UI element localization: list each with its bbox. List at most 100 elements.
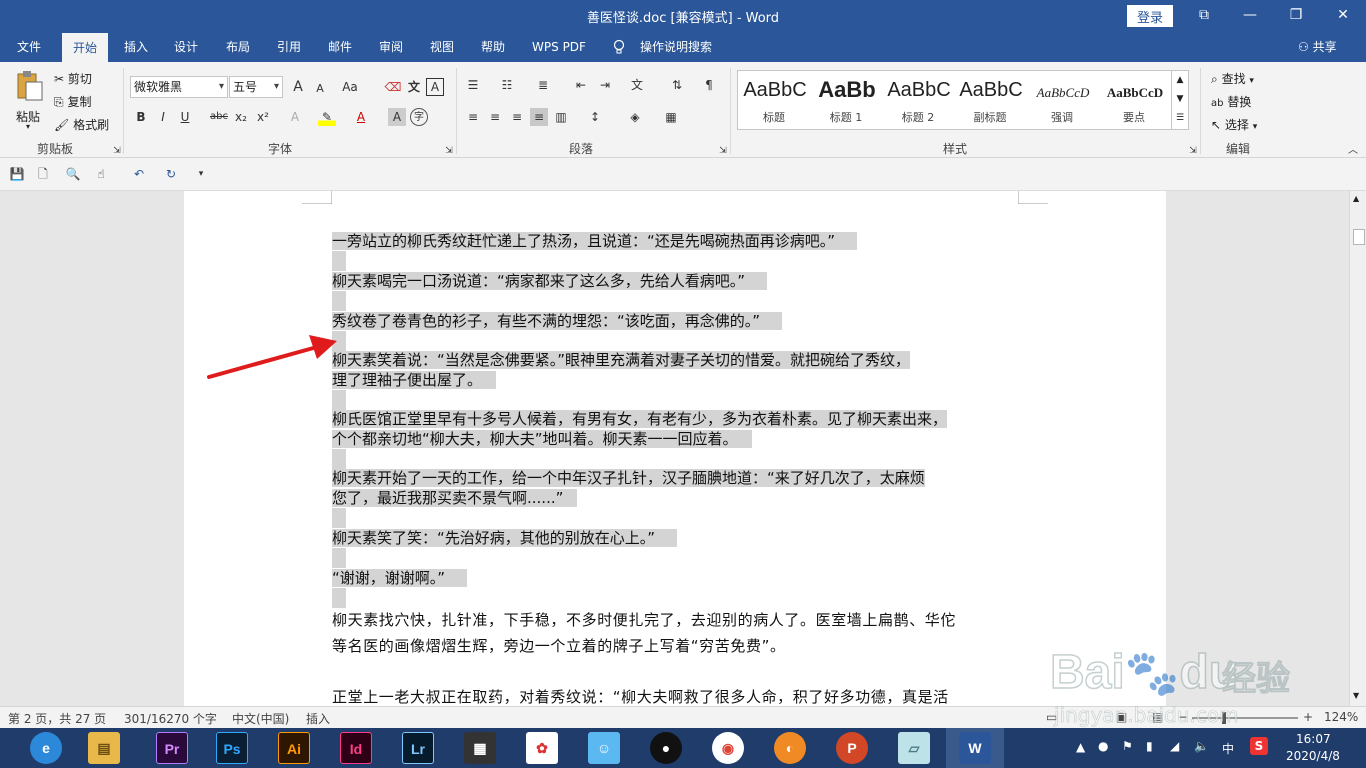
restore-button[interactable]: ❐ <box>1273 0 1319 32</box>
paragraph[interactable]: 正堂上一老大叔正在取药，对着秀纹说：“柳大夫啊救了很多人命，积了好多功德，真是活 <box>332 684 1022 706</box>
sogou-icon[interactable]: S <box>1250 737 1268 755</box>
tab-home[interactable]: 开始 <box>62 32 108 62</box>
bullets-icon[interactable]: ☰ <box>464 76 482 94</box>
paragraph[interactable]: 柳天素找穴快，扎针准，下手稳，不多时便扎完了，去迎别的病人了。医室墙上扁鹊、华佗… <box>332 607 1022 659</box>
chrome-icon[interactable]: ◉ <box>712 732 744 764</box>
zoom-in-button[interactable]: + <box>1303 710 1313 724</box>
strikethrough-icon[interactable]: abc <box>208 108 230 126</box>
paragraph-selected[interactable]: 柳天素笑了笑：“先治好病，其他的别放在心上。” <box>332 528 1022 548</box>
clock-date[interactable]: 2020/4/8 <box>1286 749 1340 763</box>
insert-mode[interactable]: 插入 <box>306 710 330 727</box>
style-heading-1[interactable]: AaBb 标题 1 <box>810 71 882 129</box>
distributed-icon[interactable]: ▥ <box>552 108 570 126</box>
notes-app-icon[interactable]: ▱ <box>898 732 930 764</box>
close-button[interactable]: ✕ <box>1320 0 1366 32</box>
paragraph-selected[interactable]: 一旁站立的柳氏秀纹赶忙递上了热汤，且说道：“还是先喝碗热面再诊病吧。” <box>332 231 1022 251</box>
page-count[interactable]: 第 2 页，共 27 页 <box>8 710 106 727</box>
tab-view[interactable]: 视图 <box>420 32 464 62</box>
input-method[interactable]: 中 <box>1222 740 1234 757</box>
align-left-icon[interactable]: ≡ <box>464 108 482 126</box>
scroll-up-icon[interactable]: ▲ <box>1353 194 1359 203</box>
font-name-select[interactable]: 微软雅黑 ▾ <box>130 76 228 98</box>
paste-button[interactable]: 粘贴 ▾ <box>12 68 46 132</box>
lightroom-icon[interactable]: Lr <box>402 732 434 764</box>
superscript-icon[interactable]: x² <box>254 108 272 126</box>
style-title[interactable]: AaBbC 标题 <box>738 71 810 129</box>
select-button[interactable]: ↖ 选择 ▾ <box>1211 116 1257 133</box>
style-strong[interactable]: AaBbCcD 要点 <box>1098 71 1170 129</box>
sort-icon[interactable]: ⇅ <box>668 76 686 94</box>
paragraph-selected[interactable]: 柳天素喝完一口汤说道：“病家都来了这么多，先给人看病吧。” <box>332 271 1022 291</box>
pinwheel-app-icon[interactable]: ✿ <box>526 732 558 764</box>
underline-icon[interactable]: U <box>176 108 194 126</box>
enclose-char-icon[interactable]: 字 <box>410 108 428 126</box>
indesign-icon[interactable]: Id <box>340 732 372 764</box>
print-layout-icon[interactable]: ▣ <box>1116 710 1127 724</box>
expand-gallery-icon[interactable]: ☰ <box>1172 109 1188 128</box>
tab-references[interactable]: 引用 <box>267 32 311 62</box>
chevron-up-icon[interactable]: ▲ <box>1172 71 1188 90</box>
chevron-down-icon[interactable]: ▼ <box>1172 90 1188 109</box>
format-painter-button[interactable]: 🖌 格式刷 <box>54 116 109 133</box>
powerpoint-icon[interactable]: P <box>836 732 868 764</box>
justify-icon[interactable]: ≡ <box>530 108 548 126</box>
premiere-icon[interactable]: Pr <box>156 732 188 764</box>
web-layout-icon[interactable]: ▤ <box>1152 710 1163 724</box>
tray-expand-icon[interactable]: ▲ <box>1076 740 1085 754</box>
shrink-font-icon[interactable]: A <box>311 80 329 98</box>
decrease-indent-icon[interactable]: ⇤ <box>572 76 590 94</box>
tab-file[interactable]: 文件 <box>6 32 52 62</box>
save-icon[interactable]: 💾 <box>8 165 26 183</box>
zoom-slider-thumb[interactable] <box>1222 712 1226 724</box>
tab-wps-pdf[interactable]: WPS PDF <box>526 32 592 62</box>
font-size-select[interactable]: 五号 ▾ <box>229 76 283 98</box>
battery-icon[interactable]: ▮ <box>1146 739 1153 753</box>
new-document-icon[interactable]: 🗋 <box>34 165 52 183</box>
tell-me-search[interactable]: 操作说明搜索 <box>636 32 716 62</box>
tab-layout[interactable]: 布局 <box>216 32 260 62</box>
browser-icon[interactable]: e <box>30 732 62 764</box>
tab-review[interactable]: 审阅 <box>369 32 413 62</box>
text-effects-icon[interactable]: A <box>286 108 304 126</box>
volume-icon[interactable]: 🔈 <box>1194 739 1209 753</box>
vertical-scrollbar[interactable]: ▲ ▼ <box>1349 191 1366 706</box>
style-subtitle[interactable]: AaBbC 副标题 <box>954 71 1026 129</box>
word-count[interactable]: 301/16270 个字 <box>124 710 217 727</box>
style-heading-2[interactable]: AaBbC 标题 2 <box>882 71 954 129</box>
tab-design[interactable]: 设计 <box>164 32 208 62</box>
show-marks-icon[interactable]: ¶ <box>700 76 718 94</box>
redo-icon[interactable]: ↻ <box>162 165 180 183</box>
char-shading-icon[interactable]: A <box>388 108 406 126</box>
copy-button[interactable]: ⎘ 复制 <box>54 93 91 110</box>
tab-mailings[interactable]: 邮件 <box>318 32 362 62</box>
italic-icon[interactable]: I <box>154 108 172 126</box>
clock-time[interactable]: 16:07 <box>1296 732 1331 746</box>
char-border-icon[interactable]: A <box>426 78 444 96</box>
phonetic-guide-icon[interactable]: 文 <box>405 78 423 96</box>
qq-tray-icon[interactable]: ● <box>1098 739 1108 753</box>
video-editor-icon[interactable]: ▦ <box>464 732 496 764</box>
tab-help[interactable]: 帮助 <box>471 32 515 62</box>
ribbon-display-options-icon[interactable]: ⧉ <box>1181 0 1227 32</box>
wifi-icon[interactable]: ◢ <box>1170 739 1179 753</box>
scroll-down-icon[interactable]: ▼ <box>1353 691 1359 700</box>
paragraph-selected[interactable]: 柳氏医馆正堂里早有十多号人候着，有男有女，有老有少，多为衣着朴素。见了柳天素出来… <box>332 409 1022 449</box>
paragraph-selected[interactable]: 柳天素开始了一天的工作，给一个中年汉子扎针，汉子腼腆地道：“来了好几次了，太麻烦… <box>332 468 1022 508</box>
zoom-slider[interactable] <box>1192 712 1298 724</box>
paragraph-selected[interactable]: 柳天素笑着说：“当然是念佛要紧。”眼神里充满着对妻子关切的惜爱。就把碗给了秀纹，… <box>332 350 1022 390</box>
bold-icon[interactable]: B <box>132 108 150 126</box>
align-center-icon[interactable]: ≡ <box>486 108 504 126</box>
chat-app-icon[interactable]: ☺ <box>588 732 620 764</box>
increase-indent-icon[interactable]: ⇥ <box>596 76 614 94</box>
grow-font-icon[interactable]: A <box>289 78 307 96</box>
line-spacing-icon[interactable]: ↕ <box>586 108 604 126</box>
zoom-level[interactable]: 124% <box>1324 710 1358 724</box>
paragraph-selected[interactable]: 秀纹卷了卷青色的衫子，有些不满的埋怨：“该吃面，再念佛的。” <box>332 311 1022 331</box>
qq-icon[interactable]: ● <box>650 732 682 764</box>
illustrator-icon[interactable]: Ai <box>278 732 310 764</box>
align-right-icon[interactable]: ≡ <box>508 108 526 126</box>
print-preview-icon[interactable]: 🔍 <box>64 165 82 183</box>
tab-insert[interactable]: 插入 <box>114 32 158 62</box>
minimize-button[interactable]: — <box>1227 0 1273 32</box>
subscript-icon[interactable]: x₂ <box>232 108 250 126</box>
